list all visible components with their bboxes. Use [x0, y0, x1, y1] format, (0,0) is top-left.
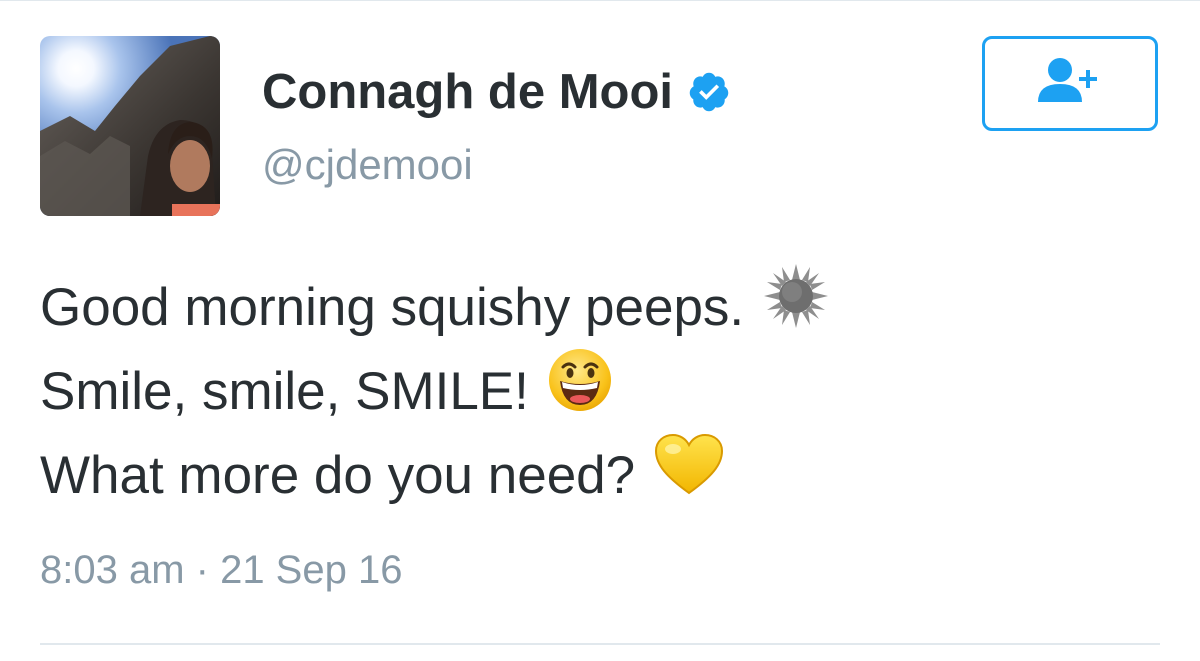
- sun-icon: [762, 262, 830, 355]
- tweet-line: Good morning squishy peeps.: [40, 263, 830, 350]
- tweet-text: Good morning squishy peeps. Smile, smile…: [40, 263, 830, 520]
- tweet-timestamp[interactable]: 8:03 am · 21 Sep 16: [40, 548, 402, 593]
- bottom-divider: [40, 643, 1160, 645]
- tweet-line: Smile, smile, SMILE!: [40, 348, 830, 434]
- yellow-heart-icon: [653, 433, 725, 520]
- follow-person-plus-icon: [1034, 56, 1106, 111]
- avatar[interactable]: [40, 36, 220, 216]
- follow-button[interactable]: [982, 36, 1158, 131]
- top-divider: [0, 0, 1200, 1]
- tweet-line-text: What more do you need?: [40, 446, 636, 505]
- grinning-face-icon: [547, 347, 613, 438]
- author-display-name[interactable]: Connagh de Mooi: [262, 64, 673, 120]
- author-handle[interactable]: @cjdemooi: [262, 141, 473, 189]
- profile-photo: [40, 36, 220, 216]
- verified-badge-icon: [687, 70, 731, 114]
- tweet-line-text: Good morning squishy peeps.: [40, 278, 745, 337]
- author-name-row: Connagh de Mooi: [262, 60, 731, 124]
- tweet-line: What more do you need?: [40, 433, 830, 520]
- tweet-line-text: Smile, smile, SMILE!: [40, 362, 529, 421]
